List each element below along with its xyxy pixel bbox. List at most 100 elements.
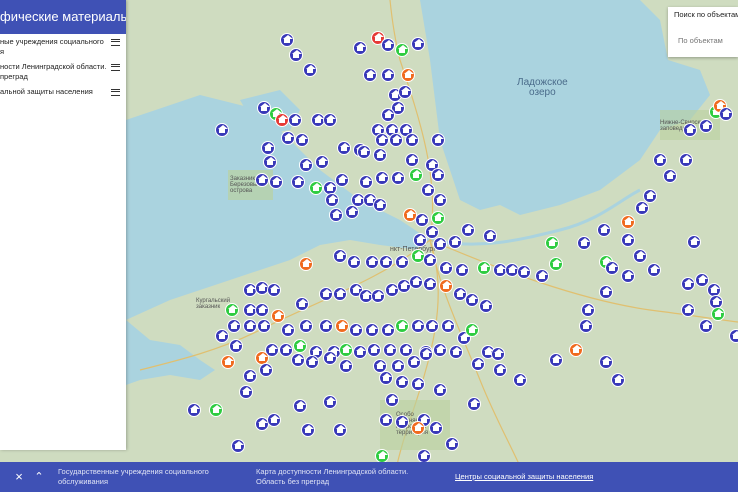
map-marker-icon[interactable] bbox=[461, 223, 475, 237]
map-marker-icon[interactable] bbox=[333, 249, 347, 263]
map-marker-icon[interactable] bbox=[323, 395, 337, 409]
map-marker-icon[interactable] bbox=[271, 309, 285, 323]
map-marker-icon[interactable] bbox=[381, 38, 395, 52]
map-marker-icon[interactable] bbox=[389, 133, 403, 147]
map-marker-icon[interactable] bbox=[449, 345, 463, 359]
map-marker-icon[interactable] bbox=[445, 437, 459, 451]
map-marker-icon[interactable] bbox=[681, 277, 695, 291]
map-marker-icon[interactable] bbox=[231, 439, 245, 453]
map-marker-icon[interactable] bbox=[465, 323, 479, 337]
map-marker-icon[interactable] bbox=[471, 357, 485, 371]
map-marker-icon[interactable] bbox=[405, 153, 419, 167]
map-marker-icon[interactable] bbox=[401, 68, 415, 82]
map-marker-icon[interactable] bbox=[569, 343, 583, 357]
menu-icon[interactable] bbox=[111, 39, 120, 46]
map-marker-icon[interactable] bbox=[605, 261, 619, 275]
map-marker-icon[interactable] bbox=[579, 319, 593, 333]
map-marker-icon[interactable] bbox=[309, 181, 323, 195]
map-marker-icon[interactable] bbox=[373, 198, 387, 212]
map-marker-icon[interactable] bbox=[267, 283, 281, 297]
map-marker-icon[interactable] bbox=[293, 339, 307, 353]
map-marker-icon[interactable] bbox=[597, 223, 611, 237]
map-marker-icon[interactable] bbox=[491, 347, 505, 361]
map-marker-icon[interactable] bbox=[329, 208, 343, 222]
map-marker-icon[interactable] bbox=[398, 85, 412, 99]
map-marker-icon[interactable] bbox=[255, 303, 269, 317]
map-marker-icon[interactable] bbox=[221, 355, 235, 369]
map-marker-icon[interactable] bbox=[299, 158, 313, 172]
map-marker-icon[interactable] bbox=[448, 235, 462, 249]
map-marker-icon[interactable] bbox=[419, 347, 433, 361]
map-marker-icon[interactable] bbox=[261, 141, 275, 155]
map-marker-icon[interactable] bbox=[479, 299, 493, 313]
map-marker-icon[interactable] bbox=[513, 373, 527, 387]
map-marker-icon[interactable] bbox=[379, 413, 393, 427]
map-marker-icon[interactable] bbox=[339, 359, 353, 373]
map-marker-icon[interactable] bbox=[681, 303, 695, 317]
map-marker-icon[interactable] bbox=[431, 133, 445, 147]
map-marker-icon[interactable] bbox=[375, 133, 389, 147]
map-marker-icon[interactable] bbox=[493, 363, 507, 377]
map-marker-icon[interactable] bbox=[225, 303, 239, 317]
map-marker-icon[interactable] bbox=[280, 33, 294, 47]
map-marker-icon[interactable] bbox=[349, 323, 363, 337]
search-input[interactable] bbox=[672, 33, 738, 47]
map-marker-icon[interactable] bbox=[517, 265, 531, 279]
map-marker-icon[interactable] bbox=[315, 155, 329, 169]
map-marker-icon[interactable] bbox=[293, 399, 307, 413]
map-marker-icon[interactable] bbox=[289, 48, 303, 62]
map-marker-icon[interactable] bbox=[535, 269, 549, 283]
map-marker-icon[interactable] bbox=[215, 329, 229, 343]
map-marker-icon[interactable] bbox=[383, 343, 397, 357]
map-marker-icon[interactable] bbox=[239, 385, 253, 399]
map-marker-icon[interactable] bbox=[319, 319, 333, 333]
map-marker-icon[interactable] bbox=[423, 253, 437, 267]
map-marker-icon[interactable] bbox=[385, 393, 399, 407]
map-marker-icon[interactable] bbox=[415, 213, 429, 227]
map-marker-icon[interactable] bbox=[455, 263, 469, 277]
map-marker-icon[interactable] bbox=[683, 123, 697, 137]
map-marker-icon[interactable] bbox=[291, 175, 305, 189]
map-marker-icon[interactable] bbox=[477, 261, 491, 275]
map-marker-icon[interactable] bbox=[365, 255, 379, 269]
map-marker-icon[interactable] bbox=[391, 359, 405, 373]
map-marker-icon[interactable] bbox=[663, 169, 677, 183]
map-marker-icon[interactable] bbox=[353, 345, 367, 359]
map-marker-icon[interactable] bbox=[433, 193, 447, 207]
map-marker-icon[interactable] bbox=[433, 237, 447, 251]
map-marker-icon[interactable] bbox=[433, 383, 447, 397]
map-marker-icon[interactable] bbox=[187, 403, 201, 417]
map-marker-icon[interactable] bbox=[353, 41, 367, 55]
map-marker-icon[interactable] bbox=[375, 171, 389, 185]
map-marker-icon[interactable] bbox=[409, 168, 423, 182]
map-marker-icon[interactable] bbox=[359, 175, 373, 189]
map-marker-icon[interactable] bbox=[635, 201, 649, 215]
map-marker-icon[interactable] bbox=[305, 355, 319, 369]
map-marker-icon[interactable] bbox=[729, 329, 738, 343]
layer-item-social-institutions[interactable]: ные учреждения социального я bbox=[0, 34, 126, 59]
map-marker-icon[interactable] bbox=[439, 261, 453, 275]
map-marker-icon[interactable] bbox=[243, 319, 257, 333]
map-marker-icon[interactable] bbox=[431, 168, 445, 182]
map-marker-icon[interactable] bbox=[319, 287, 333, 301]
map-marker-icon[interactable] bbox=[549, 257, 563, 271]
map-marker-icon[interactable] bbox=[323, 113, 337, 127]
map-marker-icon[interactable] bbox=[337, 141, 351, 155]
map-marker-icon[interactable] bbox=[549, 353, 563, 367]
close-icon[interactable]: × bbox=[12, 468, 26, 486]
map-marker-icon[interactable] bbox=[405, 133, 419, 147]
map-marker-icon[interactable] bbox=[323, 351, 337, 365]
map-marker-icon[interactable] bbox=[653, 153, 667, 167]
map-marker-icon[interactable] bbox=[381, 68, 395, 82]
map-marker-icon[interactable] bbox=[413, 233, 427, 247]
map-marker-icon[interactable] bbox=[259, 363, 273, 377]
map-marker-icon[interactable] bbox=[699, 319, 713, 333]
menu-icon[interactable] bbox=[111, 89, 120, 96]
map-marker-icon[interactable] bbox=[379, 255, 393, 269]
map-marker-icon[interactable] bbox=[441, 319, 455, 333]
map-marker-icon[interactable] bbox=[209, 403, 223, 417]
map-marker-icon[interactable] bbox=[391, 171, 405, 185]
map-marker-icon[interactable] bbox=[611, 373, 625, 387]
map-marker-icon[interactable] bbox=[333, 423, 347, 437]
map-marker-icon[interactable] bbox=[699, 119, 713, 133]
